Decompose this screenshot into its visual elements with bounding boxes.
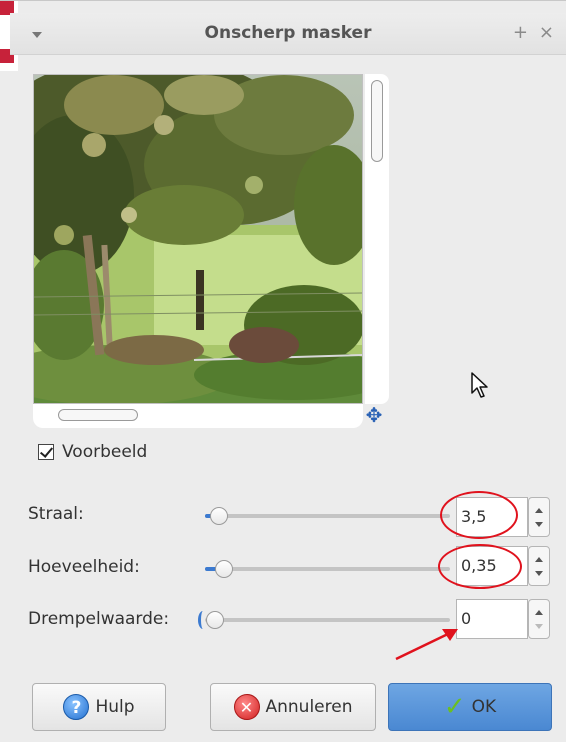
preview-image[interactable]	[33, 74, 363, 404]
checkmark-icon: ✓	[443, 692, 466, 722]
radius-slider-thumb[interactable]	[210, 507, 228, 525]
unsharp-mask-dialog: Onscherp masker + × ✥ Voorbeeld Straal: …	[0, 0, 566, 742]
amount-increment[interactable]	[535, 557, 543, 562]
radius-label: Straal:	[28, 504, 84, 524]
radius-spinner[interactable]	[528, 497, 550, 537]
mouse-cursor-icon	[471, 372, 488, 398]
preview-horizontal-scrollbar[interactable]	[33, 404, 363, 428]
ok-button[interactable]: ✓ OK	[388, 683, 552, 731]
vertical-scroll-thumb[interactable]	[371, 80, 383, 162]
ok-button-label: OK	[471, 697, 497, 717]
close-icon[interactable]: ×	[539, 22, 554, 43]
annotation-arrow	[395, 629, 458, 661]
cancel-icon: ✕	[233, 694, 260, 720]
threshold-slider-thumb[interactable]	[206, 611, 224, 629]
preview-checkbox[interactable]	[38, 444, 54, 460]
radius-increment[interactable]	[535, 508, 543, 513]
move-arrows-icon[interactable]: ✥	[363, 404, 385, 426]
help-icon: ?	[63, 694, 90, 720]
horizontal-scroll-thumb[interactable]	[58, 409, 138, 421]
threshold-increment[interactable]	[535, 610, 543, 615]
amount-decrement[interactable]	[535, 571, 543, 576]
cancel-button[interactable]: ✕ Annuleren	[210, 683, 376, 731]
annotation-circle-amount	[438, 544, 522, 589]
preview-toggle[interactable]: Voorbeeld	[38, 441, 147, 463]
preview-checkbox-label: Voorbeeld	[62, 442, 148, 462]
cancel-button-label: Annuleren	[265, 697, 353, 717]
radius-slider[interactable]	[205, 507, 450, 525]
amount-slider[interactable]	[205, 560, 450, 578]
plus-icon[interactable]: +	[513, 22, 528, 43]
title-bar: Onscherp masker + ×	[10, 13, 566, 55]
threshold-decrement[interactable]	[535, 624, 543, 629]
radius-decrement[interactable]	[535, 522, 543, 527]
preview-photo	[34, 75, 362, 403]
preview-vertical-scrollbar[interactable]	[365, 74, 389, 404]
amount-label: Hoeveelheid:	[28, 557, 140, 577]
help-button-label: Hulp	[95, 697, 135, 717]
annotation-circle-radius	[440, 491, 518, 539]
threshold-spinner[interactable]	[528, 599, 550, 639]
dialog-title: Onscherp masker	[204, 23, 372, 43]
amount-spinner[interactable]	[528, 546, 550, 586]
help-button[interactable]: ? Hulp	[32, 683, 166, 731]
amount-slider-thumb[interactable]	[215, 560, 233, 578]
threshold-label: Drempelwaarde:	[28, 609, 170, 629]
